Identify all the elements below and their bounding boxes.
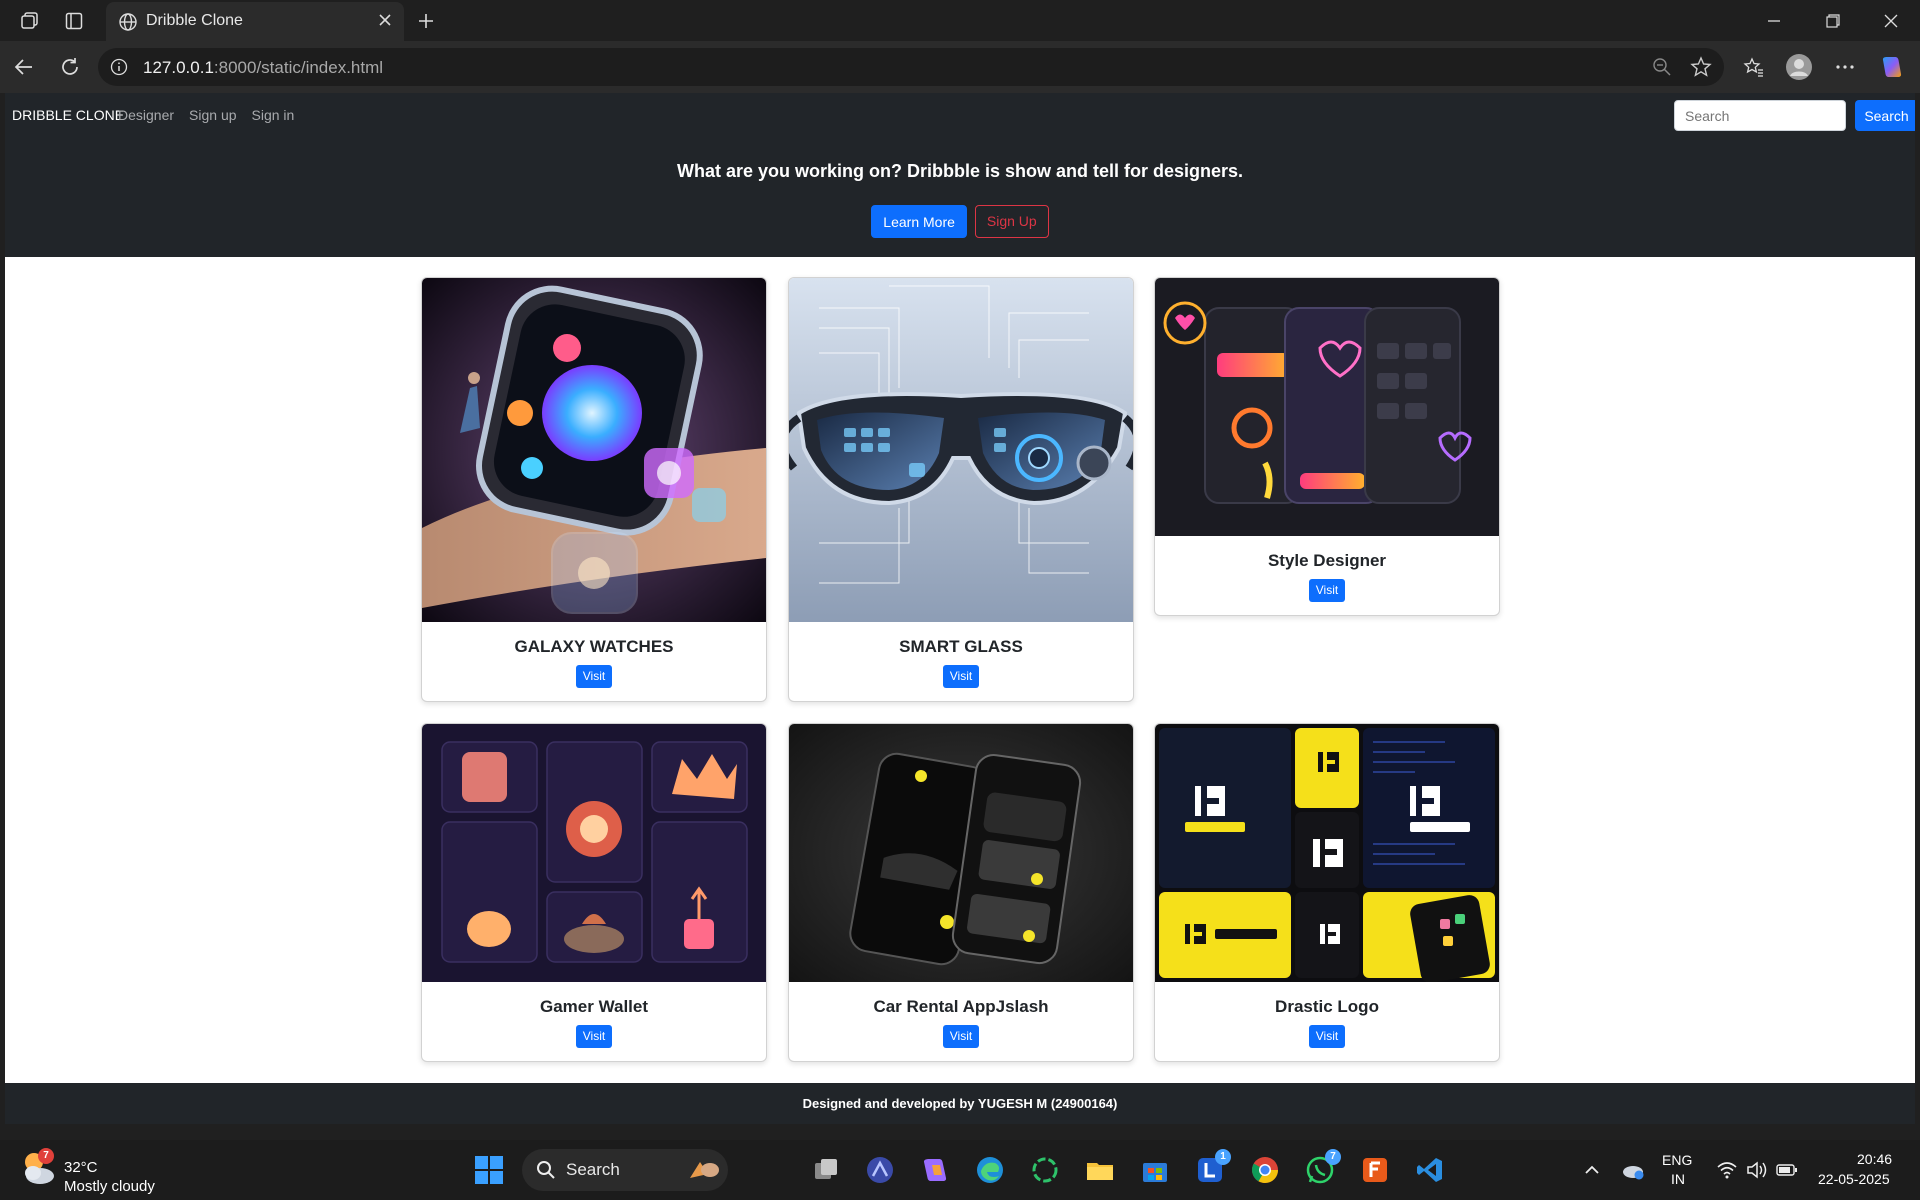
nav-link-sign-up[interactable]: Sign up xyxy=(189,107,236,123)
new-tab-icon[interactable] xyxy=(413,8,439,34)
tab-title: Dribble Clone xyxy=(146,12,243,29)
url-text: 127.0.0.1:8000/static/index.html xyxy=(143,58,383,78)
card-style-designer: Style Designer Visit xyxy=(1154,277,1500,616)
url-path: :8000/static/index.html xyxy=(213,58,384,77)
battery-icon[interactable] xyxy=(1770,1153,1804,1187)
profile-avatar-icon[interactable] xyxy=(1785,53,1813,81)
notification-badge: 1 xyxy=(1215,1149,1231,1165)
globe-icon xyxy=(119,13,137,31)
app-icon-circle[interactable] xyxy=(1028,1153,1062,1187)
clock-date[interactable]: 22-05-2025 xyxy=(1818,1171,1890,1187)
wifi-icon[interactable] xyxy=(1710,1153,1744,1187)
nav-link-sign-in[interactable]: Sign in xyxy=(252,107,295,123)
card-car-rental: Car Rental AppJslash Visit xyxy=(788,723,1134,1062)
learn-more-button[interactable]: Learn More xyxy=(871,205,967,238)
workspaces-icon[interactable] xyxy=(17,8,43,34)
restore-icon[interactable] xyxy=(1819,8,1847,34)
search-highlight-icon xyxy=(690,1162,719,1178)
search-input[interactable] xyxy=(1674,100,1846,131)
browser-toolbar: 127.0.0.1:8000/static/index.html xyxy=(0,41,1920,93)
visit-button[interactable]: Visit xyxy=(1309,579,1345,602)
minimize-icon[interactable] xyxy=(1760,8,1788,34)
site-footer: Designed and developed by YUGESH M (2490… xyxy=(5,1083,1915,1124)
card-title: Style Designer xyxy=(1267,551,1387,570)
card-title: GALAXY WATCHES xyxy=(514,637,674,656)
app-icon-a[interactable] xyxy=(863,1153,897,1187)
sign-up-button[interactable]: Sign Up xyxy=(974,205,1049,238)
onedrive-icon[interactable] xyxy=(1616,1153,1650,1187)
tab-dribble-clone[interactable]: Dribble Clone xyxy=(106,2,404,41)
search-icon xyxy=(537,1161,555,1179)
site-navbar: DRIBBLE CLONE Designer Sign up Sign in S… xyxy=(5,93,1915,257)
nav-link-designer[interactable]: Designer xyxy=(118,107,174,123)
vscode-icon[interactable] xyxy=(1413,1153,1447,1187)
card-image-gamer-wallet xyxy=(422,724,766,982)
card-image-smart-glass xyxy=(789,278,1133,622)
whatsapp-icon[interactable]: 7 xyxy=(1303,1149,1341,1187)
page-viewport: DRIBBLE CLONE Designer Sign up Sign in S… xyxy=(5,93,1915,1124)
card-title: Gamer Wallet xyxy=(539,997,649,1016)
card-title: Drastic Logo xyxy=(1275,997,1379,1016)
visit-button[interactable]: Visit xyxy=(943,1025,979,1048)
card-drastic-logo: Drastic Logo Visit xyxy=(1154,723,1500,1062)
weather-description: Mostly cloudy xyxy=(64,1178,155,1195)
copilot-app-icon[interactable] xyxy=(918,1153,952,1187)
clock-time[interactable]: 20:46 xyxy=(1857,1151,1892,1167)
back-icon[interactable] xyxy=(10,53,38,81)
nav-links: Designer Sign up Sign in xyxy=(118,107,294,123)
region-indicator: IN xyxy=(1671,1171,1685,1187)
more-options-icon[interactable] xyxy=(1831,53,1859,81)
app-icon-f[interactable] xyxy=(1358,1153,1392,1187)
visit-button[interactable]: Visit xyxy=(943,665,979,688)
taskbar-search-label: Search xyxy=(566,1160,620,1179)
card-image-galaxy-watches xyxy=(422,278,766,622)
card-image-drastic-logo xyxy=(1155,724,1499,982)
favorite-star-icon[interactable] xyxy=(1690,56,1712,78)
edge-icon[interactable] xyxy=(973,1153,1007,1187)
language-indicator[interactable]: ENG xyxy=(1662,1152,1692,1168)
visit-button[interactable]: Visit xyxy=(576,665,612,688)
card-image-car-rental xyxy=(789,724,1133,982)
card-image-style-designer xyxy=(1155,278,1499,536)
card-title: Car Rental AppJslash xyxy=(873,997,1049,1016)
chrome-icon[interactable] xyxy=(1248,1153,1282,1187)
weather-alert-badge: 7 xyxy=(38,1148,54,1164)
windows-taskbar: 7 32°C Mostly cloudy Search 1 7 ENG IN 2… xyxy=(0,1140,1920,1200)
refresh-icon[interactable] xyxy=(56,53,84,81)
taskbar-search[interactable]: Search xyxy=(522,1149,728,1191)
weather-widget[interactable]: 7 32°C Mostly cloudy xyxy=(20,1148,155,1195)
search-button[interactable]: Search xyxy=(1855,100,1915,131)
start-icon[interactable] xyxy=(472,1153,506,1187)
weather-temperature: 32°C xyxy=(64,1159,98,1176)
file-explorer-icon[interactable] xyxy=(1083,1153,1117,1187)
copilot-icon[interactable] xyxy=(1878,53,1906,81)
visit-button[interactable]: Visit xyxy=(1309,1025,1345,1048)
url-host: 127.0.0.1 xyxy=(143,58,214,77)
show-hidden-icons[interactable] xyxy=(1575,1153,1609,1187)
card-title: SMART GLASS xyxy=(899,637,1023,656)
store-icon[interactable] xyxy=(1138,1153,1172,1187)
address-bar[interactable]: 127.0.0.1:8000/static/index.html xyxy=(98,48,1724,86)
brand-link[interactable]: DRIBBLE CLONE xyxy=(12,107,124,123)
close-tab-icon[interactable] xyxy=(376,11,394,29)
volume-icon[interactable] xyxy=(1740,1153,1774,1187)
card-smart-glass: SMART GLASS Visit xyxy=(788,277,1134,702)
hero-buttons: Learn More Sign Up xyxy=(5,205,1915,238)
zoom-out-icon[interactable] xyxy=(1652,57,1672,77)
hero-heading: What are you working on? Dribbble is sho… xyxy=(676,161,1244,181)
card-gamer-wallet: Gamer Wallet Visit xyxy=(421,723,767,1062)
vertical-tabs-icon[interactable] xyxy=(61,8,87,34)
site-info-icon[interactable] xyxy=(110,58,128,76)
task-view-icon[interactable] xyxy=(809,1153,843,1187)
favorites-icon[interactable] xyxy=(1740,53,1768,81)
card-galaxy-watches: GALAXY WATCHES Visit xyxy=(421,277,767,702)
app-icon-l[interactable]: 1 xyxy=(1193,1149,1231,1187)
browser-tab-bar: Dribble Clone xyxy=(0,0,1920,41)
notification-badge: 7 xyxy=(1325,1149,1341,1165)
visit-button[interactable]: Visit xyxy=(576,1025,612,1048)
close-window-icon[interactable] xyxy=(1877,8,1905,34)
